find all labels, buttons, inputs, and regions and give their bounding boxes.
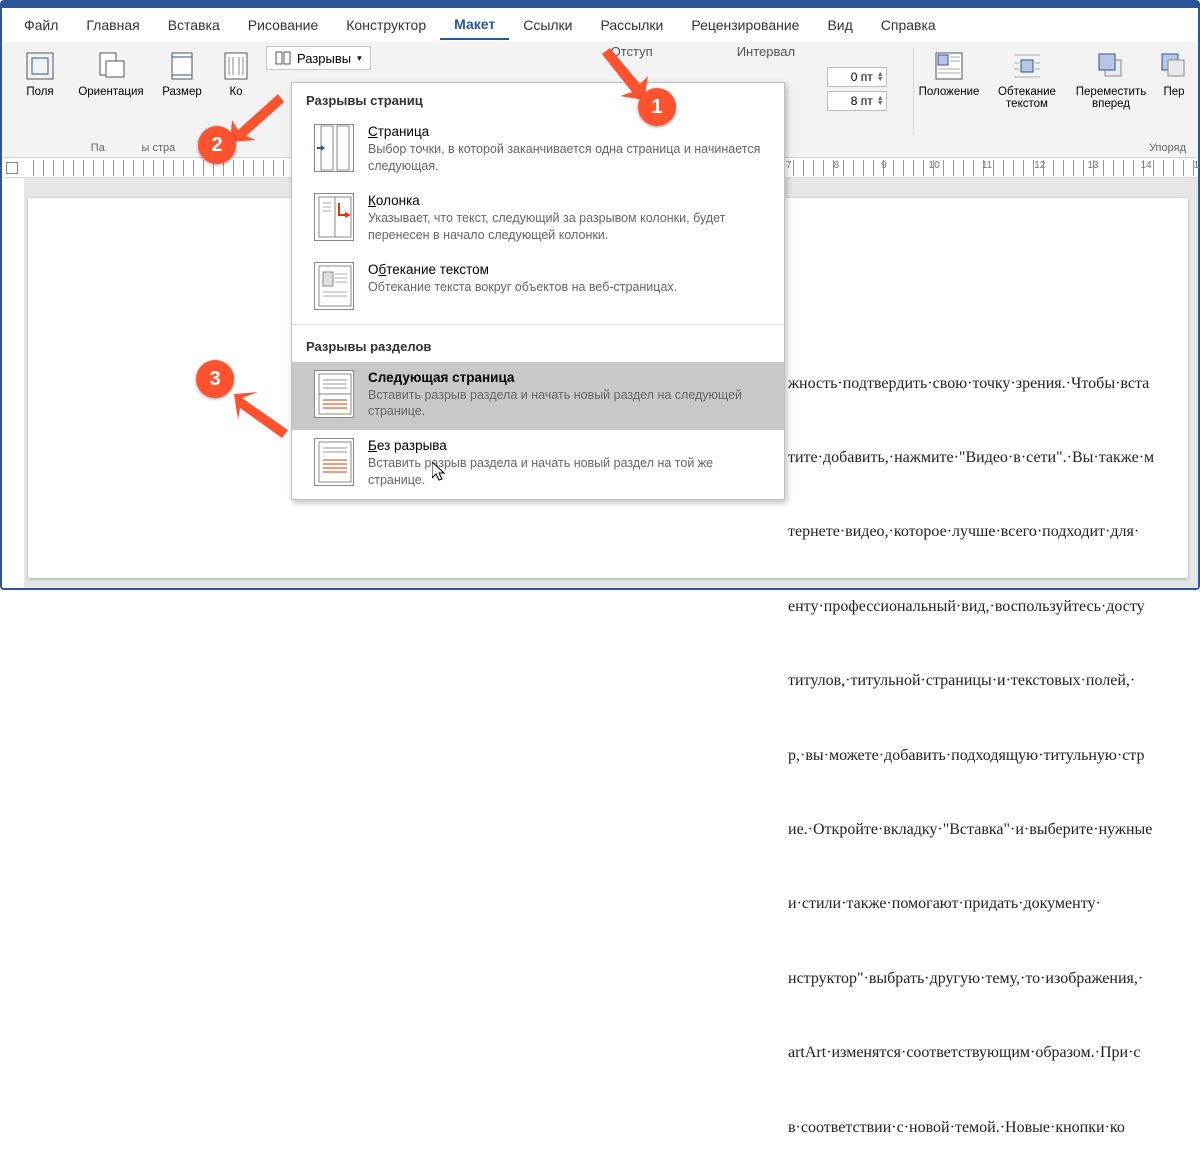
margins-button[interactable]: Поля xyxy=(8,46,72,102)
document-text[interactable]: жность·подтвердить·свою·точку·зрения.·Чт… xyxy=(788,322,1192,1165)
break-next-page-title: Следующая страница xyxy=(368,370,768,385)
break-column-item[interactable]: Колонка Указывает, что текст, следующий … xyxy=(292,185,784,254)
spacing-before-input[interactable]: 0 пт ▲▼ xyxy=(827,67,887,87)
break-continuous-title: Без разрыва xyxy=(368,438,768,453)
bring-forward-button[interactable]: Переместить вперед xyxy=(1066,46,1156,114)
position-icon xyxy=(933,50,965,82)
size-button[interactable]: Размер xyxy=(150,46,214,102)
arrange-group-label: Упоряд xyxy=(1149,142,1192,157)
break-page-desc: Выбор точки, в которой заканчивается одн… xyxy=(368,141,768,175)
breaks-label: Разрывы xyxy=(297,51,351,66)
size-icon xyxy=(166,50,198,82)
annotation-arrow-3 xyxy=(232,388,302,444)
annotation-badge-3: 3 xyxy=(196,360,234,398)
ruler-numbers: 789101112131415 xyxy=(786,160,1200,171)
wrap-text-label: Обтекание текстом xyxy=(990,86,1064,110)
text-wrap-break-icon xyxy=(314,262,354,310)
wrap-text-button[interactable]: Обтекание текстом xyxy=(988,46,1066,114)
page-breaks-header: Разрывы страниц xyxy=(292,83,784,116)
break-continuous-desc: Вставить разрыв раздела и начать новый р… xyxy=(368,455,768,489)
tab-file[interactable]: Файл xyxy=(10,11,72,39)
orientation-icon xyxy=(95,50,127,82)
spinner-arrows-icon[interactable]: ▲▼ xyxy=(877,72,884,82)
more-arrange-button[interactable]: Пер xyxy=(1156,46,1192,114)
break-wrap-title: Обтекание текстом xyxy=(368,262,677,277)
tab-draw[interactable]: Рисование xyxy=(234,11,333,39)
tab-insert[interactable]: Вставка xyxy=(154,11,234,39)
margins-label: Поля xyxy=(26,86,53,98)
tab-help[interactable]: Справка xyxy=(867,11,950,39)
spacing-before-value: 0 пт xyxy=(851,70,873,84)
break-column-title: Колонка xyxy=(368,193,768,208)
tab-review[interactable]: Рецензирование xyxy=(677,11,813,39)
tab-home[interactable]: Главная xyxy=(72,11,153,39)
page-break-icon xyxy=(314,124,354,172)
tab-references[interactable]: Ссылки xyxy=(509,11,586,39)
break-wrap-item[interactable]: Обтекание текстом Обтекание текста вокру… xyxy=(292,254,784,320)
margins-icon xyxy=(24,50,56,82)
more-arrange-label: Пер xyxy=(1163,86,1184,98)
vertical-ruler[interactable] xyxy=(4,178,24,588)
section-breaks-header: Разрывы разделов xyxy=(292,329,784,362)
annotation-badge-2: 2 xyxy=(198,126,236,164)
mouse-cursor-icon xyxy=(432,462,448,482)
column-break-icon xyxy=(314,193,354,241)
spinner-arrows-icon[interactable]: ▲▼ xyxy=(877,96,884,106)
size-label: Размер xyxy=(162,86,202,98)
tab-view[interactable]: Вид xyxy=(813,11,866,39)
chevron-down-icon: ▾ xyxy=(357,53,362,64)
tab-layout[interactable]: Макет xyxy=(440,10,509,40)
orientation-label: Ориентация xyxy=(78,86,143,98)
tab-mailings[interactable]: Рассылки xyxy=(587,11,678,39)
spacing-label: Интервал xyxy=(737,44,887,59)
page-setup-group-label: Па ы стра xyxy=(91,142,175,157)
continuous-break-icon xyxy=(314,438,354,486)
bring-forward-icon xyxy=(1095,50,1127,82)
bring-forward-label: Переместить вперед xyxy=(1068,86,1154,110)
position-button[interactable]: Положение xyxy=(910,46,988,114)
tab-design[interactable]: Конструктор xyxy=(332,11,440,39)
send-back-icon xyxy=(1158,50,1190,82)
annotation-badge-1: 1 xyxy=(638,88,676,126)
breaks-icon xyxy=(275,50,291,66)
break-next-page-item[interactable]: Следующая страница Вставить разрыв разде… xyxy=(292,362,784,431)
columns-icon xyxy=(220,50,252,82)
breaks-button[interactable]: Разрывы ▾ xyxy=(266,46,371,70)
orientation-button[interactable]: Ориентация xyxy=(72,46,150,102)
ribbon-tabs: Файл Главная Вставка Рисование Конструкт… xyxy=(2,8,1198,42)
break-column-desc: Указывает, что текст, следующий за разры… xyxy=(368,210,768,244)
position-label: Положение xyxy=(919,86,980,98)
break-next-page-desc: Вставить разрыв раздела и начать новый р… xyxy=(368,387,768,421)
breaks-dropdown-menu: Разрывы страниц Страница Выбор точки, в … xyxy=(291,82,785,500)
annotation-arrow-2 xyxy=(230,82,300,142)
spacing-after-input[interactable]: 8 пт ▲▼ xyxy=(827,91,887,111)
wrap-text-icon xyxy=(1011,50,1043,82)
spacing-after-value: 8 пт xyxy=(851,94,873,108)
break-page-item[interactable]: Страница Выбор точки, в которой заканчив… xyxy=(292,116,784,185)
break-page-title: Страница xyxy=(368,124,768,139)
tab-selector-icon[interactable] xyxy=(6,162,18,174)
break-wrap-desc: Обтекание текста вокруг объектов на веб-… xyxy=(368,279,677,296)
break-continuous-item[interactable]: Без разрыва Вставить разрыв раздела и на… xyxy=(292,430,784,499)
next-page-break-icon xyxy=(314,370,354,418)
